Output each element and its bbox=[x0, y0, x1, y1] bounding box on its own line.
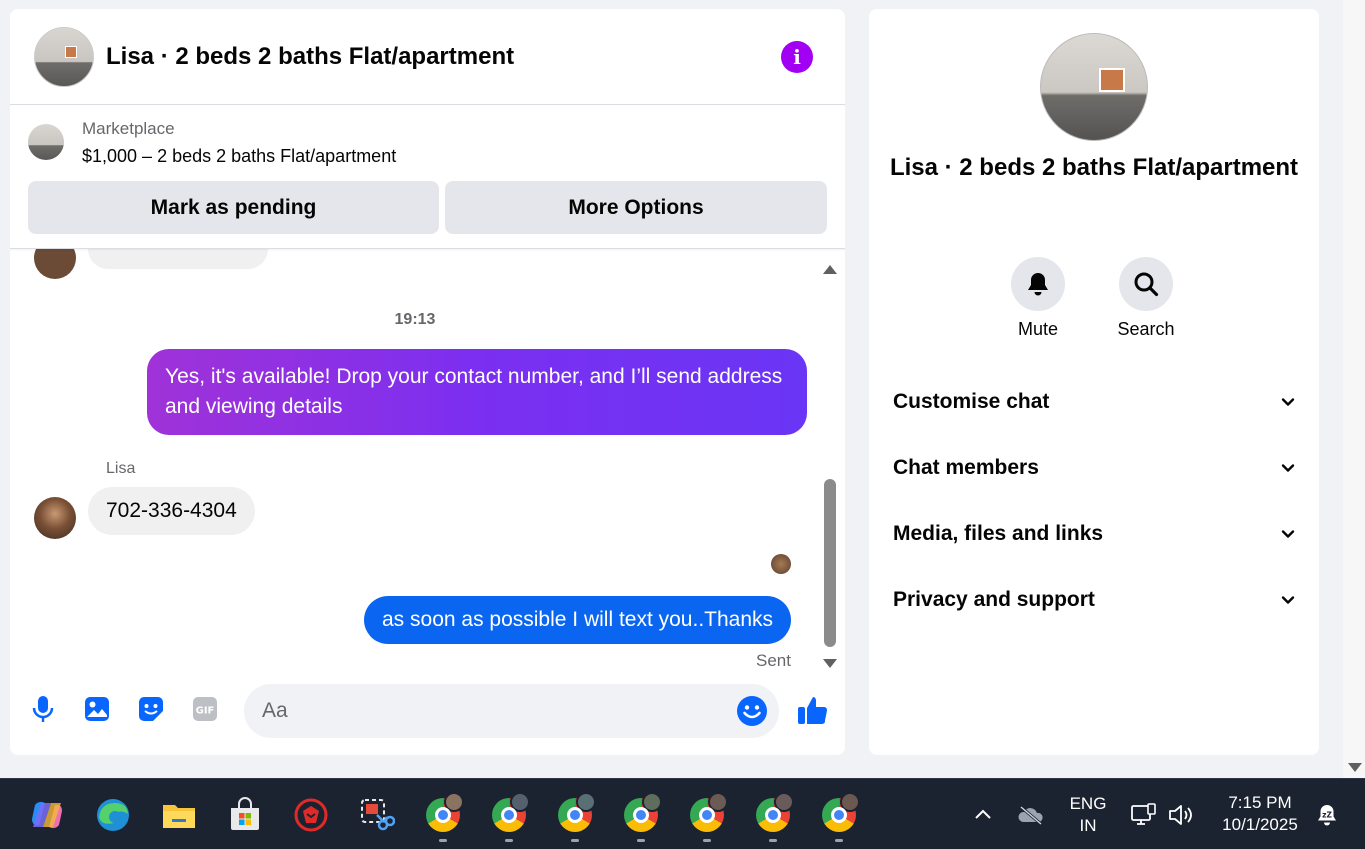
mark-as-pending-button[interactable]: Mark as pending bbox=[28, 181, 439, 234]
microphone-icon[interactable] bbox=[29, 695, 57, 723]
sender-avatar[interactable] bbox=[34, 497, 76, 539]
language-code: ENG bbox=[1069, 794, 1107, 813]
thumbs-up-icon[interactable] bbox=[796, 693, 830, 727]
chevron-up-icon[interactable] bbox=[964, 796, 1002, 834]
chrome-icon[interactable] bbox=[754, 792, 794, 834]
message-bubble-outgoing[interactable]: as soon as possible I will text you..Tha… bbox=[364, 596, 792, 644]
gif-icon[interactable]: GIF bbox=[191, 695, 219, 723]
clock-date: 10/1/2025 bbox=[1222, 815, 1298, 834]
scroll-up-arrow[interactable] bbox=[823, 265, 837, 274]
language-indicator[interactable]: ENG IN bbox=[1064, 793, 1112, 837]
chrome-icon[interactable] bbox=[622, 792, 662, 834]
chrome-icon[interactable] bbox=[556, 792, 596, 834]
chrome-icon[interactable] bbox=[688, 792, 728, 834]
search-icon[interactable] bbox=[1119, 257, 1173, 311]
gif-label: GIF bbox=[196, 706, 215, 717]
scroll-down-arrow[interactable] bbox=[823, 659, 837, 668]
copilot-icon[interactable] bbox=[28, 796, 66, 834]
mute-label: Mute bbox=[1017, 319, 1059, 339]
notification-bell-icon[interactable]: zZ bbox=[1308, 796, 1346, 834]
chevron-down-icon bbox=[1281, 530, 1295, 538]
section-label: Privacy and support bbox=[893, 588, 1095, 611]
file-explorer-icon[interactable] bbox=[160, 796, 198, 834]
chevron-down-icon bbox=[1281, 596, 1295, 604]
message-bubble-outgoing[interactable]: Yes, it's available! Drop your contact n… bbox=[147, 349, 807, 435]
message-list[interactable]: 19:13 Yes, it's available! Drop your con… bbox=[10, 229, 845, 670]
taskbar-running-indicator bbox=[835, 839, 843, 842]
info-icon[interactable]: i bbox=[781, 41, 813, 73]
section-privacy-support[interactable]: Privacy and support bbox=[893, 580, 1295, 620]
volume-icon[interactable] bbox=[1162, 796, 1200, 834]
chevron-down-icon bbox=[1281, 464, 1295, 472]
taskbar-running-indicator bbox=[703, 839, 711, 842]
svg-text:zZ: zZ bbox=[1322, 811, 1332, 820]
chat-info-panel: Lisa · 2 beds 2 baths Flat/apartment Mut… bbox=[869, 9, 1319, 755]
taskbar-running-indicator bbox=[505, 839, 513, 842]
edge-icon[interactable] bbox=[94, 796, 132, 834]
chrome-icon[interactable] bbox=[820, 792, 860, 834]
chevron-down-icon bbox=[1281, 398, 1295, 406]
windows-taskbar: ENG IN 7:15 PM 10/1/2025 zZ bbox=[0, 778, 1365, 849]
listing-thumbnail[interactable] bbox=[28, 124, 64, 160]
onedrive-offline-icon[interactable] bbox=[1012, 796, 1050, 834]
emoji-icon[interactable] bbox=[736, 695, 768, 727]
clock-time: 7:15 PM bbox=[1228, 793, 1292, 812]
chat-header: Lisa · 2 beds 2 baths Flat/apartment i bbox=[10, 9, 845, 105]
marketplace-label: Marketplace bbox=[82, 119, 175, 138]
image-icon[interactable] bbox=[83, 695, 111, 723]
message-status: Sent bbox=[756, 651, 791, 670]
section-media-files-links[interactable]: Media, files and links bbox=[893, 514, 1295, 554]
microsoft-store-icon[interactable] bbox=[226, 796, 264, 834]
section-customise-chat[interactable]: Customise chat bbox=[893, 382, 1295, 422]
page-scrollbar[interactable] bbox=[1343, 0, 1365, 778]
more-options-button[interactable]: More Options bbox=[445, 181, 827, 234]
message-composer: GIF bbox=[10, 681, 845, 741]
bell-icon[interactable] bbox=[1011, 257, 1065, 311]
section-chat-members[interactable]: Chat members bbox=[893, 448, 1295, 488]
marketplace-banner: Marketplace $1,000 – 2 beds 2 baths Flat… bbox=[10, 106, 845, 249]
security-app-icon[interactable] bbox=[292, 796, 330, 834]
section-label: Chat members bbox=[893, 456, 1039, 479]
clock[interactable]: 7:15 PM 10/1/2025 bbox=[1210, 792, 1310, 836]
snipping-tool-icon[interactable] bbox=[358, 796, 396, 834]
message-bubble-incoming[interactable]: 702-336-4304 bbox=[88, 487, 255, 535]
profile-name[interactable]: Lisa · 2 beds 2 baths Flat/apartment bbox=[869, 153, 1319, 183]
search-label: Search bbox=[1117, 319, 1175, 339]
scrollbar-thumb[interactable] bbox=[824, 479, 836, 647]
chrome-icon[interactable] bbox=[490, 792, 530, 834]
sticker-icon[interactable] bbox=[137, 695, 165, 723]
section-label: Customise chat bbox=[893, 390, 1050, 413]
page-scroll-down-arrow[interactable] bbox=[1348, 763, 1362, 772]
read-receipt-avatar bbox=[771, 554, 791, 574]
listing-title[interactable]: $1,000 – 2 beds 2 baths Flat/apartment bbox=[82, 146, 396, 167]
taskbar-running-indicator bbox=[769, 839, 777, 842]
chat-title[interactable]: Lisa · 2 beds 2 baths Flat/apartment bbox=[106, 43, 514, 71]
profile-avatar[interactable] bbox=[1040, 33, 1148, 141]
taskbar-running-indicator bbox=[571, 839, 579, 842]
network-icon[interactable] bbox=[1125, 796, 1163, 834]
region-code: IN bbox=[1079, 816, 1097, 835]
chrome-icon[interactable] bbox=[424, 792, 464, 834]
taskbar-running-indicator bbox=[439, 839, 447, 842]
section-label: Media, files and links bbox=[893, 522, 1104, 545]
message-input[interactable] bbox=[244, 684, 779, 738]
chat-avatar[interactable] bbox=[34, 26, 94, 87]
sender-name: Lisa bbox=[106, 460, 136, 477]
message-timestamp: 19:13 bbox=[394, 311, 436, 328]
chat-panel: Lisa · 2 beds 2 baths Flat/apartment i M… bbox=[10, 9, 845, 755]
taskbar-running-indicator bbox=[637, 839, 645, 842]
mute-button[interactable]: Mute bbox=[988, 257, 1088, 340]
search-button[interactable]: Search bbox=[1096, 257, 1196, 340]
